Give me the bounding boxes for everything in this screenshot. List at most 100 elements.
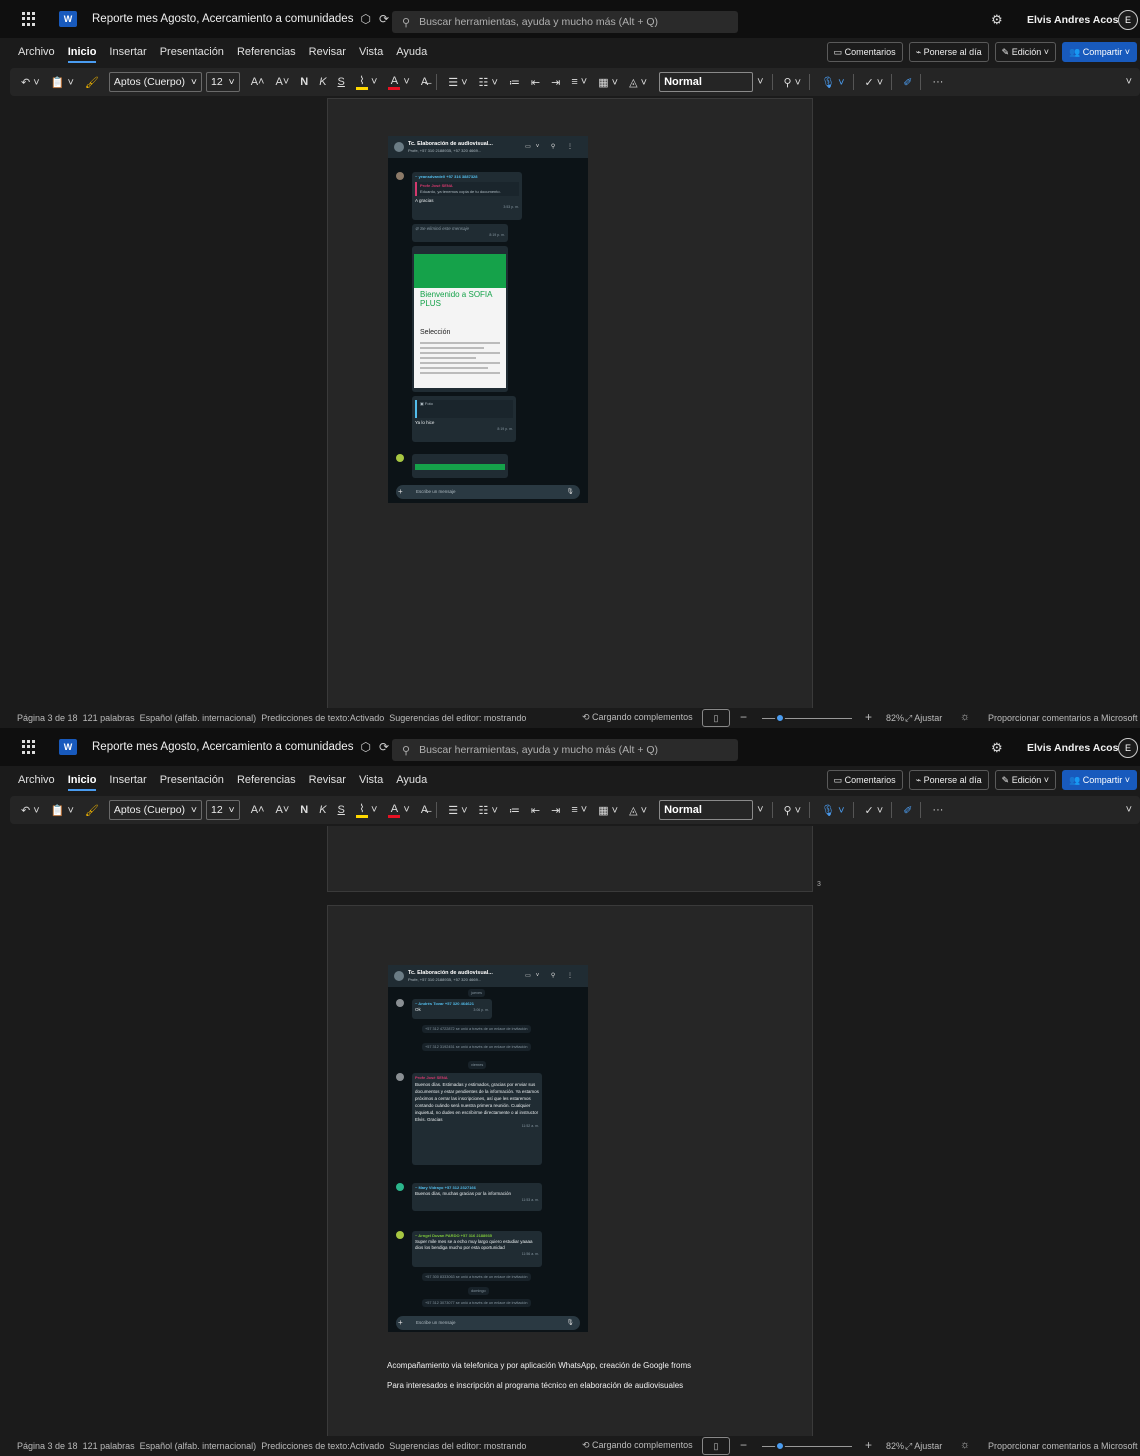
multilevel-list-icon[interactable]: ≔ <box>509 76 520 89</box>
designer-icon[interactable]: ✐ <box>903 804 912 817</box>
ribbon-collapse-icon[interactable]: ˅ <box>1126 804 1132 816</box>
tab-ayuda[interactable]: Ayuda <box>396 46 427 58</box>
grow-font-icon[interactable]: A ˄ <box>251 804 265 816</box>
format-painter-icon[interactable]: 🖌 <box>85 804 99 817</box>
comments-button[interactable]: ▭ Comentarios <box>826 770 903 790</box>
tab-insertar[interactable]: Insertar <box>109 774 146 786</box>
mic-icon[interactable]: 🎙 <box>566 485 574 499</box>
avatar[interactable]: E <box>1118 738 1138 758</box>
share-button[interactable]: 👥 Compartir ˅ <box>1062 770 1137 790</box>
zoom-level[interactable]: 82% <box>886 1441 904 1451</box>
decrease-indent-icon[interactable]: ⇤ <box>531 804 540 817</box>
designer-icon[interactable]: ✐ <box>903 76 912 89</box>
view-mode-icon[interactable]: ▯ <box>702 1437 730 1455</box>
editing-mode-button[interactable]: ✎ Edición ˅ <box>994 42 1056 62</box>
tab-insertar[interactable]: Insertar <box>109 46 146 58</box>
editor-suggestions[interactable]: Sugerencias del editor: mostrando <box>389 713 526 723</box>
shrink-font-icon[interactable]: A ˅ <box>275 804 289 816</box>
message-input[interactable]: + Escribe un mensaje 🎙 <box>396 1316 580 1330</box>
zoom-level[interactable]: 82% <box>886 713 904 723</box>
language[interactable]: Español (alfab. internacional) <box>140 713 257 723</box>
undo-icon[interactable]: ↶ ˅ <box>21 804 40 817</box>
find-icon[interactable]: ⚲ ˅ <box>784 76 802 89</box>
underline-button[interactable]: S <box>338 76 345 88</box>
image-message[interactable]: Bienvenido a SOFIA PLUS Selección <box>412 246 508 392</box>
borders-icon[interactable]: ▦ ˅ <box>598 804 618 817</box>
borders-icon[interactable]: ▦ ˅ <box>598 76 618 89</box>
document-paragraph[interactable]: Para interesados e inscripción al progra… <box>387 1381 683 1390</box>
document-title[interactable]: Reporte mes Agosto, Acercamiento a comun… <box>92 13 353 25</box>
shading-icon[interactable]: ◬ ˅ <box>629 804 647 817</box>
comments-button[interactable]: ▭ Comentarios <box>826 42 903 62</box>
tab-vista[interactable]: Vista <box>359 46 383 58</box>
grow-font-icon[interactable]: A ˄ <box>251 76 265 88</box>
increase-indent-icon[interactable]: ⇥ <box>551 804 560 817</box>
catchup-button[interactable]: ⌁ Ponerse al día <box>908 42 989 62</box>
shield-icon[interactable]: ⬡ <box>360 12 370 26</box>
text-predictions[interactable]: Predicciones de texto:Activado <box>261 713 384 723</box>
editor-icon[interactable]: ✓ ˅ <box>865 76 884 89</box>
ribbon-collapse-icon[interactable]: ˅ <box>1126 76 1132 88</box>
clear-format-icon[interactable]: A̶ <box>421 804 428 816</box>
gear-icon[interactable]: ⚙ <box>991 12 1003 28</box>
app-launcher-icon[interactable] <box>22 12 36 26</box>
view-mode-icon[interactable]: ▯ <box>702 709 730 727</box>
dictate-mic-icon[interactable]: 🎙 ˅ <box>821 76 844 89</box>
tab-referencias[interactable]: Referencias <box>237 46 296 58</box>
numbering-icon[interactable]: ☷ ˅ <box>479 76 498 89</box>
document-paragraph[interactable]: Acompañamiento via telefonica y por apli… <box>387 1361 691 1370</box>
bold-button[interactable]: N <box>300 76 308 88</box>
style-select[interactable]: Normal <box>659 72 754 92</box>
decrease-indent-icon[interactable]: ⇤ <box>531 76 540 89</box>
editor-icon[interactable]: ✓ ˅ <box>865 804 884 817</box>
mic-icon[interactable]: 🎙 <box>566 1316 574 1330</box>
font-color-icon[interactable]: A ˅ <box>388 75 410 90</box>
zoom-slider-thumb[interactable] <box>775 1441 785 1451</box>
gear-icon[interactable]: ⚙ <box>991 740 1003 756</box>
dictate-mic-icon[interactable]: 🎙 ˅ <box>821 804 844 817</box>
document-title[interactable]: Reporte mes Agosto, Acercamiento a comun… <box>92 741 353 753</box>
whatsapp-screenshot[interactable]: Tc. Elaboración de audiovisual... Profe,… <box>388 965 588 1332</box>
tab-ayuda[interactable]: Ayuda <box>396 774 427 786</box>
font-size-select[interactable]: 12 ˅ <box>206 800 240 820</box>
zoom-slider-thumb[interactable] <box>775 713 785 723</box>
highlight-icon[interactable]: ⌇ ˅ <box>355 802 377 818</box>
italic-button[interactable]: K <box>319 804 326 816</box>
search-box[interactable]: ⚲ Buscar herramientas, ayuda y mucho más… <box>392 739 738 761</box>
style-select[interactable]: Normal <box>659 800 754 820</box>
italic-button[interactable]: K <box>319 76 326 88</box>
zoom-out-button[interactable]: − <box>740 710 747 724</box>
paste-icon[interactable]: 📋 ˅ <box>51 76 74 89</box>
bullets-icon[interactable]: ☰ ˅ <box>448 804 467 817</box>
brightness-icon[interactable]: ☼ <box>960 711 970 723</box>
more-options-icon[interactable]: ··· <box>932 804 943 816</box>
brightness-icon[interactable]: ☼ <box>960 1439 970 1451</box>
font-name-select[interactable]: Aptos (Cuerpo) ˅ <box>108 800 203 820</box>
shrink-font-icon[interactable]: A ˅ <box>275 76 289 88</box>
tab-inicio[interactable]: Inicio <box>67 46 96 63</box>
tab-archivo[interactable]: Archivo <box>18 46 55 58</box>
shield-icon[interactable]: ⬡ <box>360 740 370 754</box>
tab-vista[interactable]: Vista <box>359 774 383 786</box>
search-box[interactable]: ⚲ Buscar herramientas, ayuda y mucho más… <box>392 11 738 33</box>
align-icon[interactable]: ≡ ˅ <box>571 804 587 816</box>
word-count[interactable]: 121 palabras <box>83 1441 135 1451</box>
avatar[interactable]: E <box>1118 10 1138 30</box>
document-page-previous[interactable] <box>327 826 813 892</box>
document-page[interactable]: Tc. Elaboración de audiovisual... Profe,… <box>327 98 813 708</box>
tab-archivo[interactable]: Archivo <box>18 774 55 786</box>
zoom-in-button[interactable]: + <box>865 710 872 724</box>
editing-mode-button[interactable]: ✎ Edición ˅ <box>994 770 1056 790</box>
numbering-icon[interactable]: ☷ ˅ <box>479 804 498 817</box>
page-count[interactable]: Página 3 de 18 <box>17 713 78 723</box>
word-count[interactable]: 121 palabras <box>83 713 135 723</box>
bold-button[interactable]: N <box>300 804 308 816</box>
editor-suggestions[interactable]: Sugerencias del editor: mostrando <box>389 1441 526 1451</box>
text-predictions[interactable]: Predicciones de texto:Activado <box>261 1441 384 1451</box>
language[interactable]: Español (alfab. internacional) <box>140 1441 257 1451</box>
user-name[interactable]: Elvis Andres Acost... <box>1027 742 1131 754</box>
plus-icon[interactable]: + <box>398 485 403 499</box>
fit-button[interactable]: ⤢ Ajustar <box>905 713 942 724</box>
chevron-down-icon[interactable]: ˅ <box>757 804 763 816</box>
app-launcher-icon[interactable] <box>22 740 36 754</box>
